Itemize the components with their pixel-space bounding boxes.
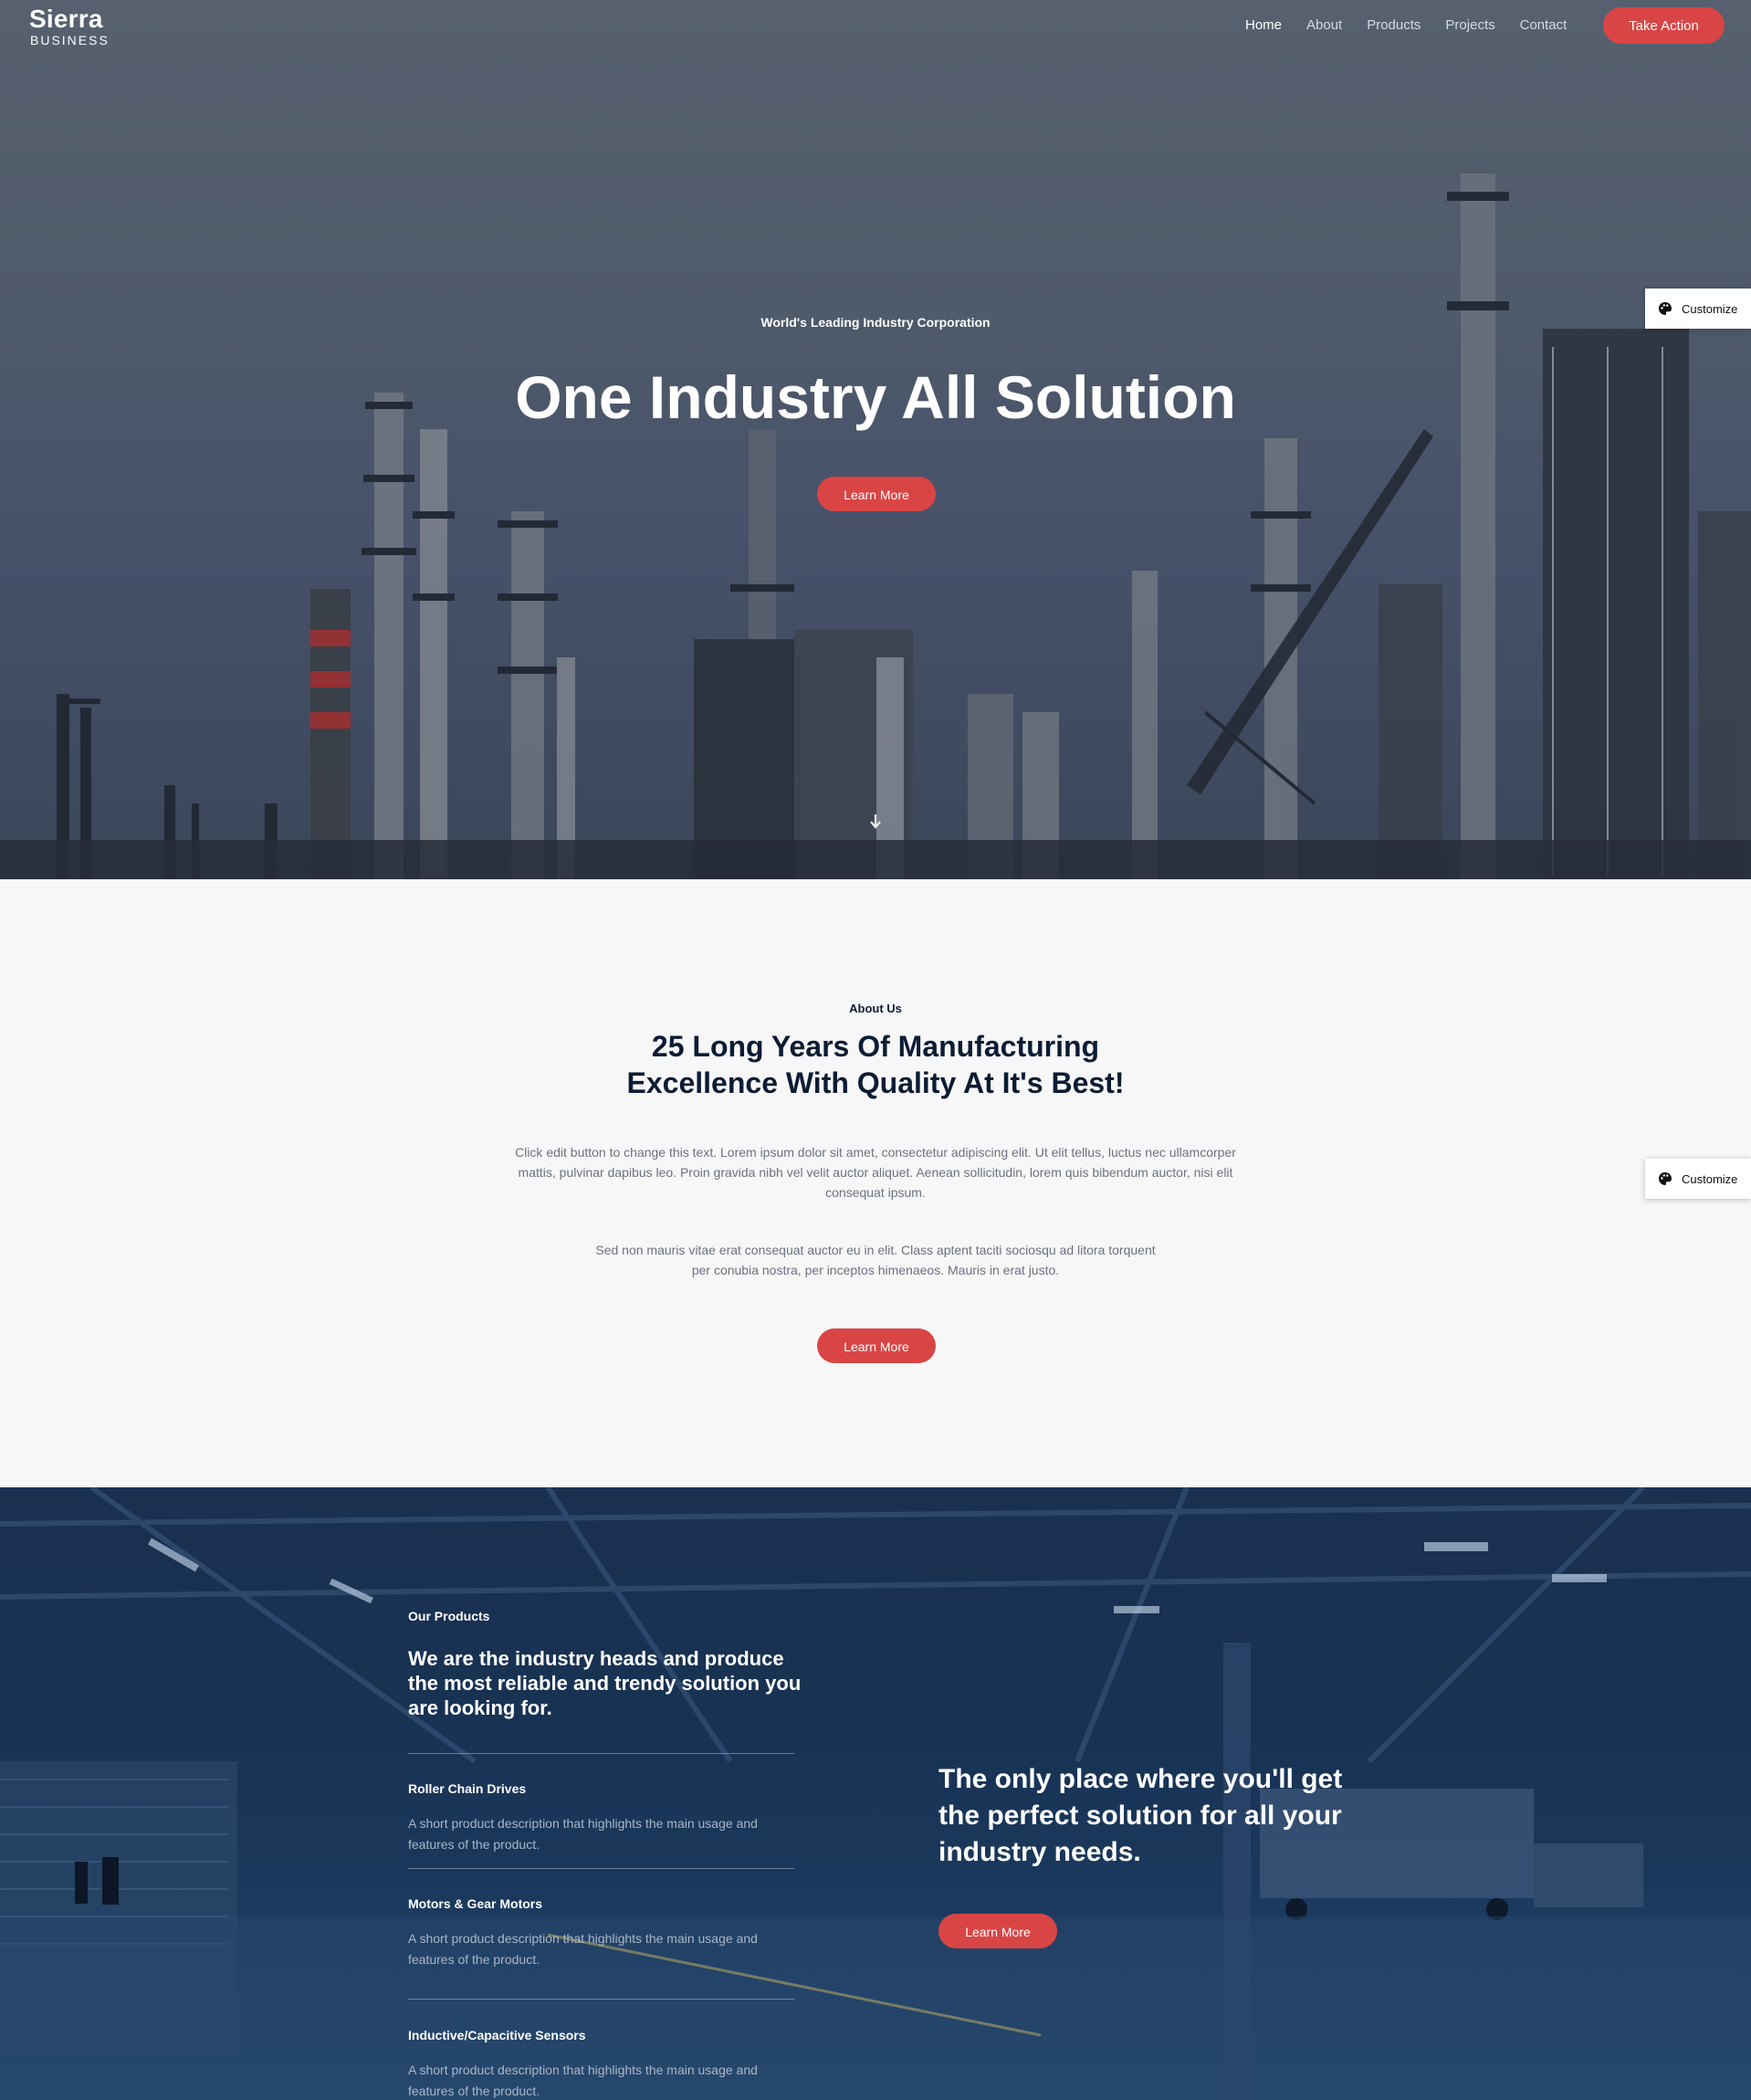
- about-eyebrow: About Us: [849, 1002, 902, 1015]
- nav-products[interactable]: Products: [1367, 15, 1421, 37]
- about-learn-more-button[interactable]: Learn More: [817, 1328, 936, 1363]
- customize-label: Customize: [1682, 1171, 1738, 1186]
- customize-label: Customize: [1682, 301, 1738, 316]
- about-section: About Us 25 Long Years Of Manufacturing …: [0, 879, 1751, 1487]
- hero-section: Sierra BUSINESS Home About Products Proj…: [0, 0, 1751, 879]
- products-tagline: The only place where you'll get the perf…: [938, 1764, 1343, 1867]
- logo-name: Sierra: [29, 5, 103, 33]
- products-title: We are the industry heads and produce th…: [408, 1647, 802, 1719]
- product-item-desc-1: A short product description that highlig…: [408, 1816, 758, 1852]
- products-eyebrow: Our Products: [408, 1609, 490, 1623]
- palette-icon: [1659, 1172, 1672, 1185]
- about-title-line1: 25 Long Years Of Manufacturing: [651, 1030, 1100, 1063]
- hero-learn-more-button[interactable]: Learn More: [817, 477, 936, 511]
- nav-projects[interactable]: Projects: [1445, 15, 1494, 37]
- product-item-title-3: Inductive/Capacitive Sensors: [408, 2028, 586, 2042]
- hero-title: One Industry All Solution: [515, 363, 1236, 431]
- customize-button[interactable]: Customize: [1645, 289, 1751, 329]
- product-item-desc-3: A short product description that highlig…: [408, 2063, 758, 2098]
- site-header: Sierra BUSINESS Home About Products Proj…: [0, 0, 1751, 51]
- site-logo[interactable]: Sierra BUSINESS: [29, 5, 110, 48]
- products-section: Our Products We are the industry heads a…: [0, 1487, 1751, 2100]
- warehouse-background-image: [0, 1487, 1751, 2100]
- nav-about[interactable]: About: [1306, 15, 1342, 37]
- main-nav: Home About Products Projects Contact: [1245, 15, 1591, 37]
- about-paragraph-1: Click edit button to change this text. L…: [515, 1145, 1236, 1200]
- palette-icon: [1659, 302, 1672, 315]
- products-learn-more-button[interactable]: Learn More: [938, 1914, 1057, 1948]
- about-paragraph-2: Sed non mauris vitae erat consequat auct…: [595, 1243, 1156, 1277]
- logo-subtitle: BUSINESS: [30, 33, 110, 47]
- product-item-desc-2: A short product description that highlig…: [408, 1931, 758, 1967]
- nav-home[interactable]: Home: [1245, 15, 1282, 37]
- customize-button-2[interactable]: Customize: [1645, 1159, 1751, 1199]
- products-divider: [408, 1753, 794, 1754]
- chevron-down-icon[interactable]: [869, 813, 882, 831]
- about-title-line2: Excellence With Quality At It's Best!: [626, 1066, 1125, 1099]
- products-divider: [408, 1868, 794, 1869]
- product-item-title-1: Roller Chain Drives: [408, 1781, 527, 1796]
- refinery-background-image: [0, 173, 1751, 879]
- hero-eyebrow: World's Leading Industry Corporation: [760, 315, 991, 330]
- take-action-button[interactable]: Take Action: [1603, 7, 1725, 44]
- products-divider: [408, 1999, 794, 2000]
- nav-contact[interactable]: Contact: [1520, 15, 1568, 37]
- about-title: 25 Long Years Of Manufacturing Excellenc…: [0, 1028, 1751, 1101]
- product-item-title-2: Motors & Gear Motors: [408, 1896, 543, 1911]
